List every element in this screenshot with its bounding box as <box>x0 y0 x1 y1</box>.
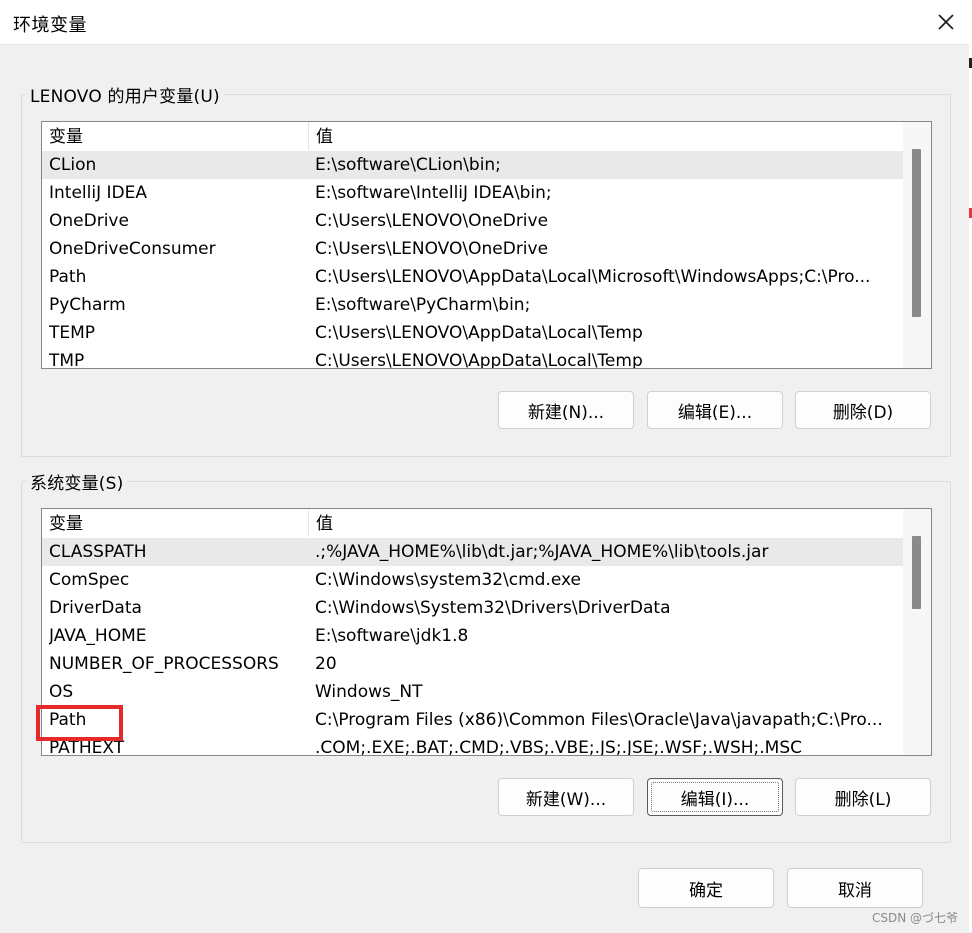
variable-value: .;%JAVA_HOME%\lib\dt.jar;%JAVA_HOME%\lib… <box>315 542 769 562</box>
table-row[interactable]: DriverData C:\Windows\System32\Drivers\Dr… <box>42 594 931 622</box>
column-header-name[interactable]: 变量 <box>42 509 309 537</box>
table-row[interactable]: PyCharm E:\software\PyCharm\bin; <box>42 291 931 319</box>
table-row[interactable]: Path C:\Program Files (x86)\Common Files\… <box>42 706 931 734</box>
table-row[interactable]: OS Windows_NT <box>42 678 931 706</box>
title-bar: 环境变量 <box>0 0 972 44</box>
variable-value: C:\Windows\system32\cmd.exe <box>315 570 582 590</box>
table-row[interactable]: CLion E:\software\CLion\bin; <box>42 151 931 179</box>
variable-value: Windows_NT <box>315 682 423 702</box>
variable-value: E:\software\CLion\bin; <box>315 155 501 175</box>
variable-value: E:\software\jdk1.8 <box>315 626 469 646</box>
system-delete-button[interactable]: 删除(L) <box>795 778 931 816</box>
watermark: CSDN @づ七爷 <box>871 911 958 925</box>
column-header-value[interactable]: 值 <box>309 509 909 537</box>
path-highlight-box <box>36 705 123 741</box>
variable-value: C:\Users\LENOVO\AppData\Local\Temp <box>315 351 643 369</box>
user-delete-button[interactable]: 删除(D) <box>795 391 931 429</box>
table-row[interactable]: IntelliJ IDEA E:\software\IntelliJ IDEA\b… <box>42 179 931 207</box>
table-row[interactable]: TMP C:\Users\LENOVO\AppData\Local\Temp <box>42 347 931 369</box>
ok-button[interactable]: 确定 <box>638 868 774 908</box>
variable-name: OneDrive <box>49 211 129 231</box>
table-row[interactable]: NUMBER_OF_PROCESSORS 20 <box>42 650 931 678</box>
variable-value: C:\Users\LENOVO\AppData\Local\Microsoft\… <box>315 267 871 287</box>
scrollbar-thumb[interactable] <box>912 149 921 317</box>
user-edit-button[interactable]: 编辑(E)... <box>647 391 783 429</box>
close-button[interactable] <box>920 0 972 44</box>
close-icon <box>938 14 954 30</box>
variable-name: IntelliJ IDEA <box>49 183 147 203</box>
list-header: 变量 值 <box>42 509 931 537</box>
variable-name: TEMP <box>49 323 96 343</box>
variable-name: TMP <box>49 351 85 369</box>
table-row[interactable]: OneDrive C:\Users\LENOVO\OneDrive <box>42 207 931 235</box>
user-new-button[interactable]: 新建(N)... <box>498 391 634 429</box>
variable-name: CLASSPATH <box>49 542 147 562</box>
user-list-scrollbar[interactable] <box>903 122 931 368</box>
column-header-name[interactable]: 变量 <box>42 122 309 150</box>
variable-name: PyCharm <box>49 295 126 315</box>
user-variables-list[interactable]: 变量 值 CLion E:\software\CLion\bin; IntelliJ… <box>41 121 932 369</box>
table-row[interactable]: ComSpec C:\Windows\system32\cmd.exe <box>42 566 931 594</box>
table-row[interactable]: CLASSPATH .;%JAVA_HOME%\lib\dt.jar;%JAVA_… <box>42 538 931 566</box>
variable-name: OneDriveConsumer <box>49 239 216 259</box>
variable-name: OS <box>49 682 74 702</box>
table-row[interactable]: Path C:\Users\LENOVO\AppData\Local\Micros… <box>42 263 931 291</box>
variable-name: NUMBER_OF_PROCESSORS <box>49 654 279 674</box>
variable-value: C:\Users\LENOVO\OneDrive <box>315 211 549 231</box>
cancel-button[interactable]: 取消 <box>787 868 923 908</box>
variable-name: Path <box>49 267 87 287</box>
system-new-button[interactable]: 新建(W)... <box>498 778 634 816</box>
system-list-scrollbar[interactable] <box>903 509 931 755</box>
variable-name: JAVA_HOME <box>49 626 147 646</box>
system-edit-button[interactable]: 编辑(I)... <box>647 778 783 816</box>
variable-name: CLion <box>49 155 97 175</box>
table-row[interactable]: PATHEXT .COM;.EXE;.BAT;.CMD;.VBS;.VBE;.JS… <box>42 734 931 756</box>
table-row[interactable]: JAVA_HOME E:\software\jdk1.8 <box>42 622 931 650</box>
variable-name: DriverData <box>49 598 142 618</box>
system-variables-legend: 系统变量(S) <box>26 469 128 494</box>
window-title: 环境变量 <box>13 15 87 36</box>
variable-value: C:\Windows\System32\Drivers\DriverData <box>315 598 671 618</box>
variable-value: E:\software\IntelliJ IDEA\bin; <box>315 183 552 203</box>
variable-value: C:\Users\LENOVO\OneDrive <box>315 239 549 259</box>
system-variables-list[interactable]: 变量 值 CLASSPATH .;%JAVA_HOME%\lib\dt.jar;%… <box>41 508 932 756</box>
user-variables-legend: LENOVO 的用户变量(U) <box>26 82 224 107</box>
table-row[interactable]: TEMP C:\Users\LENOVO\AppData\Local\Temp <box>42 319 931 347</box>
list-header: 变量 值 <box>42 122 931 150</box>
variable-value: C:\Program Files (x86)\Common Files\Orac… <box>315 710 883 730</box>
table-row[interactable]: OneDriveConsumer C:\Users\LENOVO\OneDrive <box>42 235 931 263</box>
variable-value: E:\software\PyCharm\bin; <box>315 295 531 315</box>
system-variables-rows: CLASSPATH .;%JAVA_HOME%\lib\dt.jar;%JAVA_… <box>42 538 931 755</box>
user-variables-rows: CLion E:\software\CLion\bin; IntelliJ IDEA… <box>42 151 931 368</box>
column-header-value[interactable]: 值 <box>309 122 909 150</box>
variable-name: ComSpec <box>49 570 130 590</box>
variable-value: C:\Users\LENOVO\AppData\Local\Temp <box>315 323 643 343</box>
variable-value: 20 <box>315 654 337 674</box>
variable-value: .COM;.EXE;.BAT;.CMD;.VBS;.VBE;.JS;.JSE;.… <box>315 738 803 756</box>
scrollbar-thumb[interactable] <box>912 536 921 609</box>
